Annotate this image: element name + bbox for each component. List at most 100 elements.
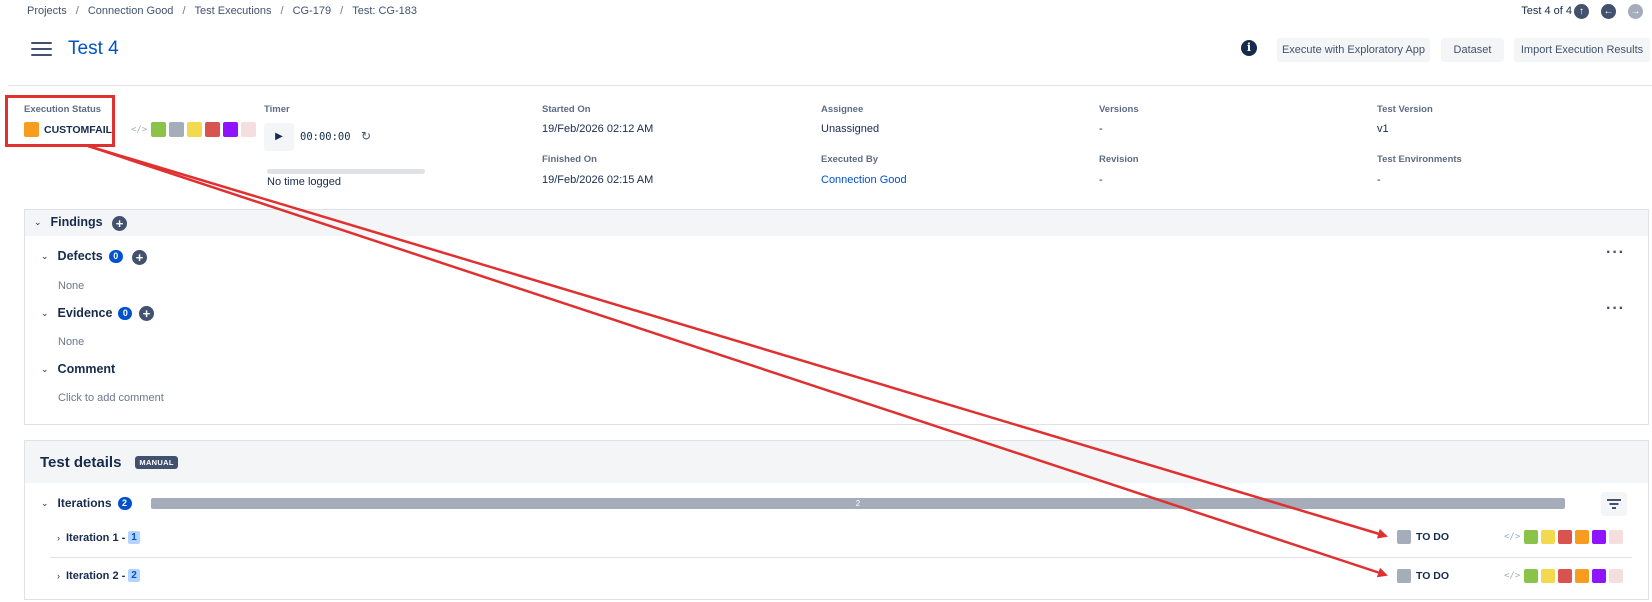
- status-swatch-5[interactable]: [223, 122, 239, 137]
- row-divider: [50, 557, 1632, 558]
- arrow-right-icon[interactable]: →: [1628, 4, 1643, 19]
- evidence-toggle[interactable]: ⌄ Evidence 0: [41, 306, 133, 320]
- status-quick-picker: </>: [131, 122, 257, 137]
- filter-icon[interactable]: [1601, 492, 1627, 516]
- more-icon[interactable]: ···: [1606, 300, 1625, 318]
- status-swatch-1[interactable]: [1524, 569, 1539, 583]
- breadcrumb-test-executions[interactable]: Test Executions: [195, 5, 272, 17]
- status-swatch-3[interactable]: [1558, 530, 1573, 544]
- iteration-1-status[interactable]: TO DO: [1397, 530, 1449, 544]
- executed-by-link[interactable]: Connection Good: [821, 174, 907, 186]
- chevron-down-icon: ⌄: [41, 363, 49, 374]
- chevron-right-icon: ›: [57, 532, 60, 543]
- versions-value: -: [1099, 123, 1103, 135]
- status-swatch-2[interactable]: [1541, 530, 1556, 544]
- timer-value: 00:00:00: [300, 131, 351, 143]
- chevron-down-icon: ⌄: [34, 216, 42, 227]
- started-on-value: 19/Feb/2026 02:12 AM: [542, 123, 654, 135]
- comment-input[interactable]: Click to add comment: [58, 392, 164, 404]
- iteration-1-status-picker: </>: [1504, 530, 1624, 544]
- defects-title: Defects: [57, 249, 103, 263]
- play-icon[interactable]: ▶: [264, 123, 294, 151]
- findings-panel: [24, 209, 1649, 425]
- status-swatch-1[interactable]: [151, 122, 167, 137]
- add-defect-button[interactable]: +: [132, 250, 147, 265]
- time-logged-text: No time logged: [267, 176, 341, 188]
- status-swatch-6[interactable]: [1609, 530, 1624, 544]
- assignee-value[interactable]: Unassigned: [821, 123, 879, 135]
- header-divider: [8, 85, 1652, 86]
- breadcrumb-separator: /: [280, 5, 284, 17]
- iterations-status-bar: 2: [151, 498, 1565, 509]
- status-swatch-6[interactable]: [241, 122, 257, 137]
- breadcrumb-project[interactable]: Connection Good: [88, 5, 174, 17]
- add-finding-button[interactable]: +: [112, 216, 127, 231]
- findings-toggle[interactable]: ⌄ Findings: [34, 215, 103, 229]
- iteration-2-label: Iteration 2 -: [66, 569, 126, 582]
- iteration-1-number: 1: [128, 531, 140, 544]
- status-color-chip: [1397, 569, 1411, 583]
- iterations-count-badge: 2: [117, 496, 132, 510]
- finished-on-value: 19/Feb/2026 02:15 AM: [542, 174, 654, 186]
- page-title: Test 4: [68, 38, 119, 59]
- defects-count-badge: 0: [108, 249, 123, 263]
- finished-on-label: Finished On: [542, 154, 597, 165]
- status-swatch-3[interactable]: [187, 122, 203, 137]
- status-swatch-5[interactable]: [1592, 569, 1607, 583]
- pager-text: Test 4 of 4: [1521, 5, 1572, 17]
- findings-header: [25, 210, 1648, 236]
- test-version-value: v1: [1377, 123, 1389, 135]
- test-details-title: Test details: [40, 454, 122, 471]
- more-icon[interactable]: ···: [1606, 244, 1625, 262]
- status-swatch-1[interactable]: [1524, 530, 1539, 544]
- breadcrumb-projects[interactable]: Projects: [27, 5, 67, 17]
- defects-empty-text: None: [58, 280, 85, 292]
- dataset-button[interactable]: Dataset: [1441, 38, 1504, 62]
- revision-value: -: [1099, 174, 1103, 186]
- test-environments-label: Test Environments: [1377, 154, 1462, 165]
- status-swatch-6[interactable]: [1609, 569, 1624, 583]
- arrow-up-icon[interactable]: ↑: [1574, 4, 1589, 19]
- timer-label: Timer: [264, 104, 290, 115]
- status-swatch-5[interactable]: [1592, 530, 1607, 544]
- breadcrumb-separator: /: [340, 5, 344, 17]
- status-swatch-4[interactable]: [1575, 569, 1590, 583]
- test-details-heading: Test details MANUAL: [40, 454, 178, 471]
- iteration-2-number: 2: [128, 569, 140, 582]
- breadcrumb-separator: /: [75, 5, 79, 17]
- test-environments-value: -: [1377, 174, 1381, 186]
- iteration-1-status-value: TO DO: [1416, 531, 1450, 543]
- hamburger-icon[interactable]: [31, 42, 52, 56]
- status-swatch-3[interactable]: [1558, 569, 1573, 583]
- iteration-2-status-picker: </>: [1504, 569, 1624, 583]
- arrow-left-icon[interactable]: ←: [1601, 4, 1616, 19]
- findings-title: Findings: [50, 215, 103, 229]
- status-swatch-2[interactable]: [1541, 569, 1556, 583]
- info-icon[interactable]: i: [1241, 40, 1257, 56]
- reset-icon[interactable]: ↻: [361, 129, 371, 143]
- execute-exploratory-button[interactable]: Execute with Exploratory App: [1277, 38, 1430, 62]
- add-evidence-button[interactable]: +: [139, 306, 154, 321]
- iteration-1-label: Iteration 1 -: [66, 531, 126, 544]
- revision-label: Revision: [1099, 154, 1139, 165]
- breadcrumb-execution[interactable]: CG-179: [293, 5, 332, 17]
- import-execution-results-button[interactable]: Import Execution Results: [1514, 38, 1650, 62]
- status-swatch-4[interactable]: [205, 122, 221, 137]
- iterations-toggle[interactable]: ⌄ Iterations 2: [41, 496, 132, 510]
- evidence-title: Evidence: [57, 306, 113, 320]
- time-logged-progress: [267, 169, 425, 174]
- iteration-2-status[interactable]: TO DO: [1397, 569, 1449, 583]
- breadcrumb-test[interactable]: Test: CG-183: [352, 5, 417, 17]
- manual-badge: MANUAL: [135, 456, 178, 469]
- comment-toggle[interactable]: ⌄ Comment: [41, 362, 115, 376]
- breadcrumb: Projects / Connection Good / Test Executio…: [27, 5, 417, 17]
- status-swatch-4[interactable]: [1575, 530, 1590, 544]
- test-version-label: Test Version: [1377, 104, 1433, 115]
- status-color-chip: [1397, 530, 1411, 544]
- comment-title: Comment: [57, 362, 116, 376]
- iteration-row-2[interactable]: › Iteration 2 - 2: [57, 569, 140, 582]
- iteration-row-1[interactable]: › Iteration 1 - 1: [57, 531, 140, 544]
- defects-toggle[interactable]: ⌄ Defects 0: [41, 249, 123, 263]
- code-icon: </>: [131, 124, 148, 135]
- status-swatch-2[interactable]: [169, 122, 185, 137]
